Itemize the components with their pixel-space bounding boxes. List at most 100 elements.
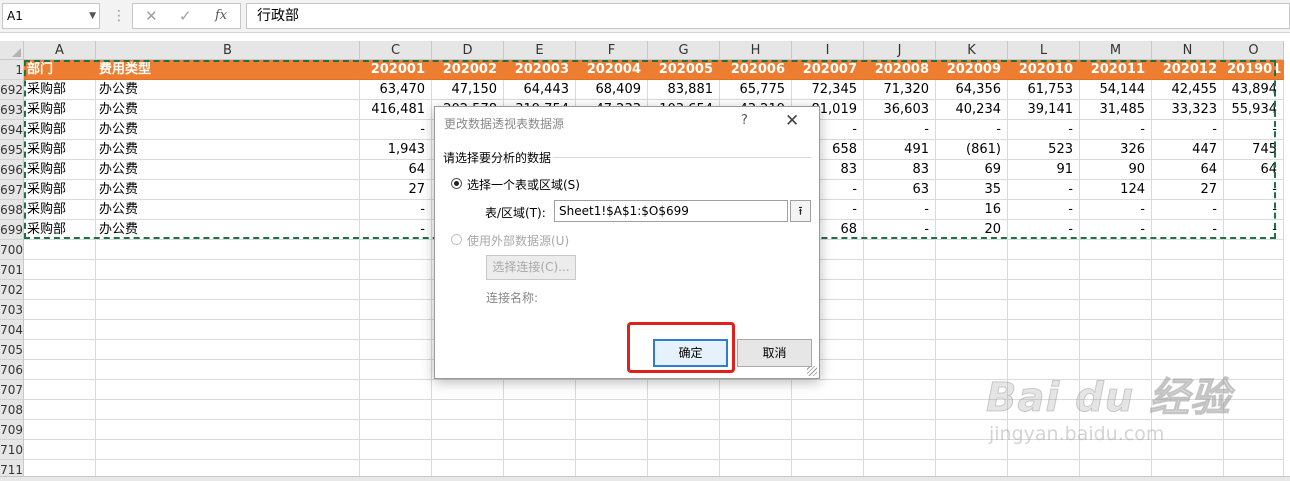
cell[interactable]: -: [1008, 220, 1080, 240]
cell[interactable]: [936, 300, 1008, 320]
row-header[interactable]: 1: [0, 60, 24, 80]
cell[interactable]: [1152, 240, 1224, 260]
cell[interactable]: 采购部: [24, 120, 96, 140]
formula-input[interactable]: 行政部: [246, 3, 1290, 29]
cell[interactable]: 43,894: [1224, 80, 1284, 100]
cell[interactable]: [936, 260, 1008, 280]
row-header[interactable]: 700: [0, 240, 24, 260]
cell[interactable]: -: [1224, 220, 1284, 240]
cell[interactable]: -: [864, 120, 936, 140]
cell[interactable]: [24, 240, 96, 260]
cell[interactable]: [1152, 280, 1224, 300]
cell[interactable]: 费用类型: [96, 60, 360, 80]
cell[interactable]: 27: [360, 180, 432, 200]
cell[interactable]: [936, 420, 1008, 440]
cell[interactable]: [864, 360, 936, 380]
cell[interactable]: [24, 300, 96, 320]
cell[interactable]: 47,150: [432, 80, 504, 100]
radio-select-table-label[interactable]: 选择一个表或区域(S): [467, 176, 580, 193]
row-header[interactable]: 698: [0, 200, 24, 220]
column-header[interactable]: G: [648, 41, 720, 60]
row-header[interactable]: 696: [0, 160, 24, 180]
cell[interactable]: 202005: [648, 60, 720, 80]
cell[interactable]: -: [1224, 180, 1284, 200]
cell[interactable]: [96, 260, 360, 280]
cell[interactable]: [1080, 300, 1152, 320]
row-header[interactable]: 703: [0, 300, 24, 320]
radio-select-table[interactable]: [451, 178, 462, 189]
cell[interactable]: 64: [360, 160, 432, 180]
row-header[interactable]: 704: [0, 320, 24, 340]
cell[interactable]: 64: [1152, 160, 1224, 180]
cell[interactable]: -: [1008, 180, 1080, 200]
help-button[interactable]: ?: [741, 113, 748, 128]
cell[interactable]: -: [1224, 120, 1284, 140]
cell[interactable]: 202008: [864, 60, 936, 80]
cell[interactable]: 326: [1080, 140, 1152, 160]
cell[interactable]: [360, 360, 432, 380]
cell[interactable]: 办公费: [96, 220, 360, 240]
cell[interactable]: [24, 320, 96, 340]
cell[interactable]: [1080, 260, 1152, 280]
row-header[interactable]: 694: [0, 120, 24, 140]
cell[interactable]: -: [1080, 200, 1152, 220]
row-header[interactable]: 699: [0, 220, 24, 240]
cell[interactable]: 202004: [576, 60, 648, 80]
cell[interactable]: [96, 240, 360, 260]
cell[interactable]: 31,485: [1080, 100, 1152, 120]
cell[interactable]: [792, 400, 864, 420]
column-header[interactable]: I: [792, 41, 864, 60]
cell[interactable]: [864, 280, 936, 300]
cancel-icon[interactable]: ✕: [145, 4, 158, 28]
cell[interactable]: [24, 260, 96, 280]
cell[interactable]: [648, 400, 720, 420]
cell[interactable]: 416,481: [360, 100, 432, 120]
cell[interactable]: [1080, 400, 1152, 420]
cell[interactable]: [96, 400, 360, 420]
cell[interactable]: [576, 400, 648, 420]
cell[interactable]: [24, 360, 96, 380]
cell[interactable]: [360, 400, 432, 420]
cell[interactable]: 42,455: [1152, 80, 1224, 100]
cell[interactable]: 54,144: [1080, 80, 1152, 100]
fx-icon[interactable]: fx: [215, 4, 227, 28]
cell[interactable]: 办公费: [96, 180, 360, 200]
name-box[interactable]: A1 ▼: [2, 3, 100, 29]
cell[interactable]: [96, 340, 360, 360]
row-header[interactable]: 707: [0, 380, 24, 400]
cell[interactable]: [792, 440, 864, 460]
cell[interactable]: [1008, 360, 1080, 380]
cell[interactable]: 采购部: [24, 200, 96, 220]
cell[interactable]: 61,753: [1008, 80, 1080, 100]
cell[interactable]: 202009: [936, 60, 1008, 80]
cell[interactable]: 35: [936, 180, 1008, 200]
cell[interactable]: 20: [936, 220, 1008, 240]
cell[interactable]: [1080, 360, 1152, 380]
cell[interactable]: [1152, 440, 1224, 460]
cell[interactable]: [1080, 340, 1152, 360]
cell[interactable]: 83: [864, 160, 936, 180]
cell[interactable]: [96, 440, 360, 460]
cell[interactable]: [936, 240, 1008, 260]
cell[interactable]: -: [360, 120, 432, 140]
cell[interactable]: [1224, 380, 1284, 400]
cell[interactable]: [360, 340, 432, 360]
row-header[interactable]: 702: [0, 280, 24, 300]
cell[interactable]: [576, 380, 648, 400]
row-header[interactable]: 710: [0, 440, 24, 460]
cell[interactable]: [864, 340, 936, 360]
cell[interactable]: [96, 280, 360, 300]
cell[interactable]: [1080, 440, 1152, 460]
cell[interactable]: [504, 380, 576, 400]
cell[interactable]: 124: [1080, 180, 1152, 200]
close-icon[interactable]: ✕: [785, 111, 799, 131]
cell[interactable]: [1080, 280, 1152, 300]
cell[interactable]: 办公费: [96, 200, 360, 220]
cell[interactable]: 202003: [504, 60, 576, 80]
cell[interactable]: [360, 440, 432, 460]
cell[interactable]: 83,881: [648, 80, 720, 100]
cell[interactable]: 办公费: [96, 140, 360, 160]
cell[interactable]: 办公费: [96, 120, 360, 140]
cell[interactable]: 491: [864, 140, 936, 160]
cell[interactable]: -: [1152, 200, 1224, 220]
